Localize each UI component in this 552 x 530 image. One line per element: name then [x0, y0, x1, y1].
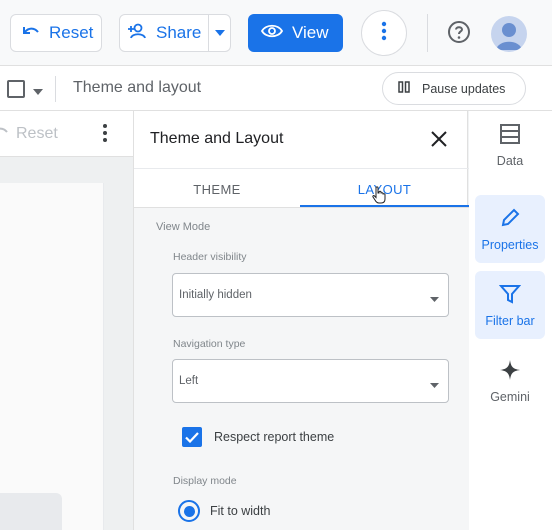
rail-gemini-label: Gemini: [490, 389, 530, 404]
canvas-component[interactable]: [0, 493, 62, 530]
rail-filter-bar[interactable]: Filter bar: [475, 271, 545, 339]
close-icon[interactable]: [428, 128, 450, 150]
layout-settings: View Mode Header visibility Initially hi…: [134, 208, 469, 530]
view-mode-heading: View Mode: [156, 221, 211, 233]
canvas-reset-button[interactable]: Reset: [0, 123, 58, 144]
person-icon: [496, 23, 522, 50]
rail-properties[interactable]: Properties: [475, 195, 545, 263]
hand-cursor-icon: [372, 186, 386, 209]
undo-icon: [21, 23, 41, 44]
undo-icon: [0, 123, 8, 144]
sparkle-icon: [499, 359, 521, 384]
data-table-icon: [499, 123, 521, 148]
respect-theme-checkbox[interactable]: Respect report theme: [182, 427, 334, 447]
theme-layout-panel: Theme and Layout THEME LAYOUT View Mode …: [133, 111, 469, 530]
rail-data[interactable]: Data: [475, 111, 545, 179]
respect-theme-label: Respect report theme: [214, 430, 335, 444]
add-person-icon: [128, 22, 150, 45]
more-vert-icon: [381, 21, 387, 46]
share-button[interactable]: Share: [119, 14, 231, 52]
radio-selected-icon[interactable]: [178, 500, 200, 522]
reset-label: Reset: [49, 23, 94, 42]
more-vert-icon[interactable]: [102, 123, 108, 148]
pencil-icon: [499, 207, 521, 232]
checkbox-checked-icon[interactable]: [182, 427, 202, 447]
more-options-button[interactable]: [361, 10, 407, 56]
reset-button[interactable]: Reset: [10, 14, 102, 52]
toolbar-divider: [427, 14, 428, 52]
share-dropdown-caret[interactable]: [208, 15, 230, 51]
report-page[interactable]: [0, 183, 104, 530]
canvas-reset-label: Reset: [16, 124, 58, 142]
share-label: Share: [156, 23, 202, 42]
report-subbar: Theme and layout Pause updates: [0, 66, 552, 111]
header-visibility-label: Header visibility: [173, 251, 247, 263]
subbar-divider: [55, 76, 56, 102]
rail-properties-label: Properties: [481, 237, 539, 252]
chevron-down-icon[interactable]: [33, 82, 43, 100]
view-label: View: [292, 23, 329, 42]
dropdown-arrow-icon: [430, 379, 439, 391]
rail-filter-bar-label: Filter bar: [485, 313, 535, 328]
top-toolbar: Reset Share View: [0, 0, 552, 66]
pause-label: Pause updates: [422, 81, 506, 96]
navigation-type-select[interactable]: Left: [172, 359, 449, 403]
rail-gemini[interactable]: Gemini: [475, 347, 545, 415]
dropdown-arrow-icon: [430, 293, 439, 305]
help-button[interactable]: [446, 20, 472, 49]
header-visibility-value: Initially hidden: [179, 289, 252, 301]
fit-to-width-radio[interactable]: Fit to width: [178, 500, 270, 522]
display-mode-label: Display mode: [173, 475, 237, 487]
pause-icon: [398, 81, 410, 96]
navigation-type-label: Navigation type: [173, 338, 246, 350]
canvas-toolbar: Reset: [0, 111, 133, 157]
rail-data-label: Data: [496, 153, 524, 168]
tab-theme[interactable]: THEME: [134, 169, 300, 209]
subbar-title: Theme and layout: [73, 79, 202, 96]
right-side-rail: Data Properties Filter bar Gemini: [469, 111, 552, 530]
help-icon: [447, 20, 471, 49]
panel-tabs: THEME LAYOUT: [134, 168, 469, 208]
panel-title: Theme and Layout: [150, 130, 284, 147]
eye-icon: [260, 23, 284, 43]
navigation-type-value: Left: [179, 375, 199, 387]
select-checkbox[interactable]: [7, 80, 25, 98]
filter-icon: [498, 283, 522, 308]
view-button[interactable]: View: [248, 14, 343, 52]
account-avatar[interactable]: [491, 16, 527, 52]
header-visibility-select[interactable]: Initially hidden: [172, 273, 449, 317]
fit-to-width-label: Fit to width: [210, 504, 271, 518]
pause-updates-button[interactable]: Pause updates: [382, 72, 526, 105]
